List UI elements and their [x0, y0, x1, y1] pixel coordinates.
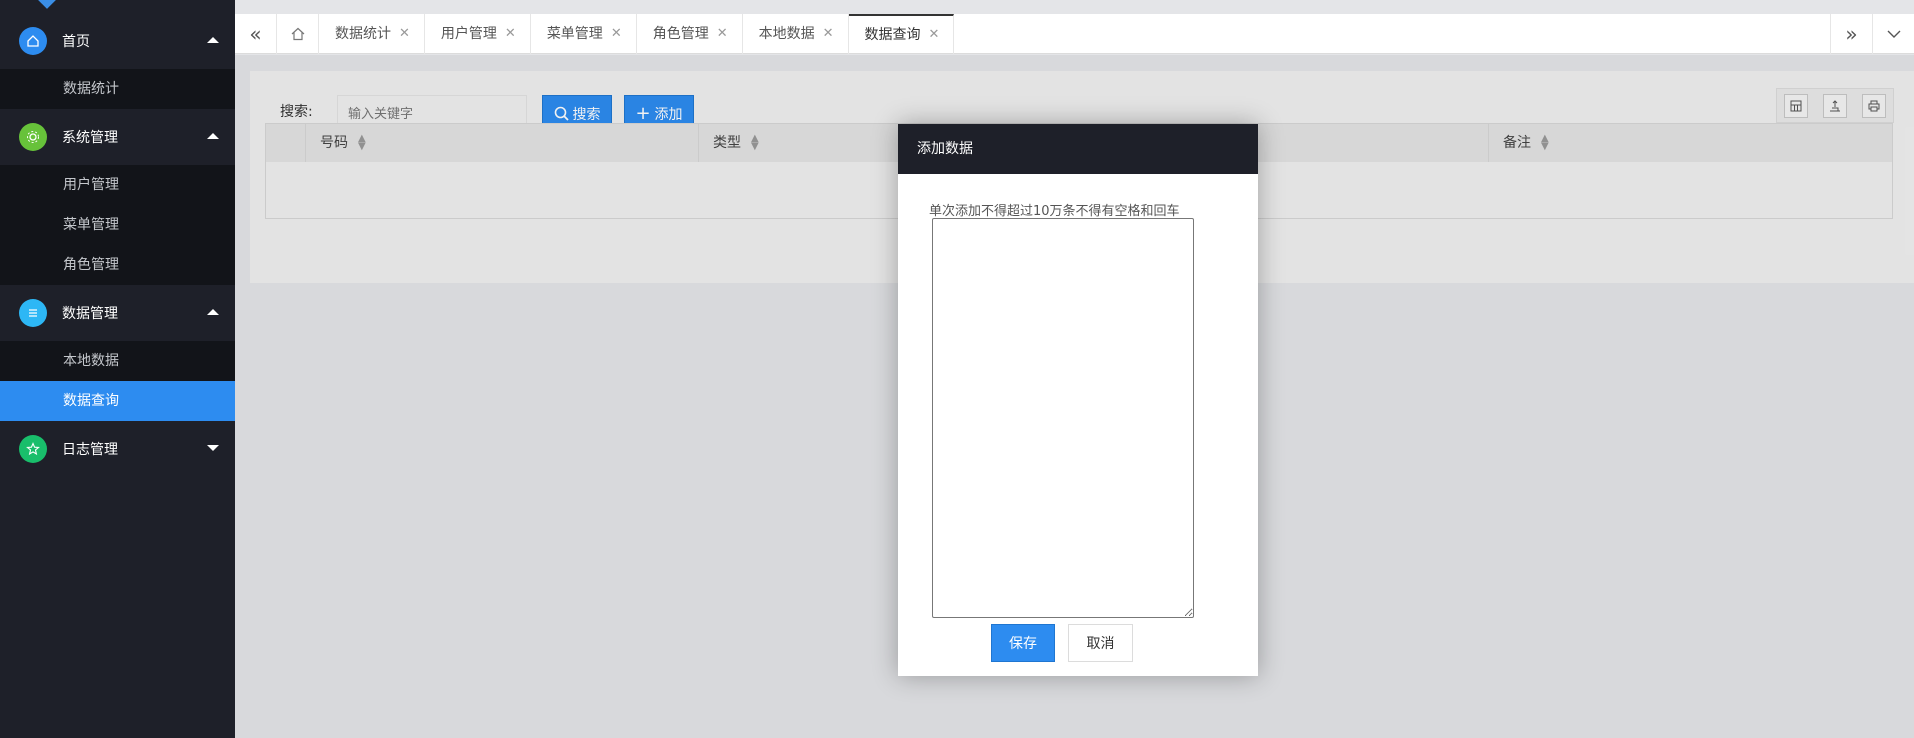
sidebar-submenu: 数据统计	[0, 69, 235, 109]
sidebar-group-label: 系统管理	[62, 130, 118, 146]
tab-label: 数据统计	[335, 26, 391, 42]
sidebar-group-logs[interactable]: 日志管理	[0, 421, 235, 477]
chevron-down-icon[interactable]	[1872, 14, 1914, 54]
tab-label: 数据查询	[864, 27, 921, 43]
gear-icon	[19, 123, 47, 151]
chevron-up-icon	[207, 37, 219, 43]
tab-data-stats[interactable]: 数据统计 ✕	[319, 14, 425, 54]
scroll-left-icon[interactable]: «	[235, 14, 277, 54]
tab-role-management[interactable]: 角色管理 ✕	[637, 14, 743, 54]
tab-local-data[interactable]: 本地数据 ✕	[743, 14, 849, 54]
chevron-down-icon	[207, 445, 219, 451]
close-icon[interactable]: ✕	[929, 15, 940, 55]
close-icon[interactable]: ✕	[505, 14, 516, 54]
list-icon	[19, 299, 47, 327]
sidebar-item-data-query[interactable]: 数据查询	[0, 381, 235, 421]
chevron-up-icon	[207, 133, 219, 139]
sidebar-group-label: 日志管理	[62, 442, 118, 458]
tab-menu-management[interactable]: 菜单管理 ✕	[531, 14, 637, 54]
close-icon[interactable]: ✕	[717, 14, 728, 54]
sidebar-item-data-stats[interactable]: 数据统计	[0, 69, 235, 109]
close-icon[interactable]: ✕	[399, 14, 410, 54]
sidebar: 首页 数据统计 系统管理 用户管理 菜单管理 角色管理 数据管理 本地数据 数据…	[0, 0, 235, 738]
add-data-dialog: 添加数据 单次添加不得超过10万条不得有空格和回车 保存 取消	[898, 124, 1258, 676]
logo-icon	[37, 0, 57, 9]
sidebar-group-data[interactable]: 数据管理	[0, 285, 235, 341]
tab-label: 用户管理	[440, 26, 497, 42]
tab-label: 角色管理	[652, 26, 709, 42]
sidebar-group-system[interactable]: 系统管理	[0, 109, 235, 165]
close-icon[interactable]: ✕	[611, 14, 622, 54]
home-icon	[19, 27, 47, 55]
star-icon	[19, 435, 47, 463]
save-button[interactable]: 保存	[991, 624, 1055, 662]
sidebar-group-label: 首页	[62, 34, 90, 50]
data-textarea[interactable]	[932, 218, 1194, 618]
sidebar-group-label: 数据管理	[62, 306, 118, 322]
chevron-up-icon	[207, 309, 219, 315]
home-tab-icon[interactable]	[277, 14, 319, 54]
tab-label: 菜单管理	[546, 26, 603, 42]
tab-label: 本地数据	[758, 26, 815, 42]
sidebar-item-user-management[interactable]: 用户管理	[0, 165, 235, 205]
sidebar-item-role-management[interactable]: 角色管理	[0, 245, 235, 285]
scroll-right-icon[interactable]: »	[1830, 14, 1872, 54]
tab-data-query[interactable]: 数据查询 ✕	[848, 14, 955, 55]
sidebar-submenu: 用户管理 菜单管理 角色管理	[0, 165, 235, 285]
sidebar-item-menu-management[interactable]: 菜单管理	[0, 205, 235, 245]
sidebar-group-home[interactable]: 首页	[0, 13, 235, 69]
sidebar-submenu: 本地数据 数据查询	[0, 341, 235, 421]
tab-user-management[interactable]: 用户管理 ✕	[425, 14, 531, 54]
cancel-button[interactable]: 取消	[1068, 624, 1133, 662]
dialog-hint: 单次添加不得超过10万条不得有空格和回车	[929, 204, 1180, 219]
sidebar-item-local-data[interactable]: 本地数据	[0, 341, 235, 381]
tab-bar: « 数据统计 ✕ 用户管理 ✕ 菜单管理 ✕ 角色管理 ✕ 本地数据 ✕ 数据查询 ✕ »	[235, 14, 1914, 54]
dialog-title: 添加数据	[898, 124, 1258, 174]
close-icon[interactable]: ✕	[823, 14, 834, 54]
